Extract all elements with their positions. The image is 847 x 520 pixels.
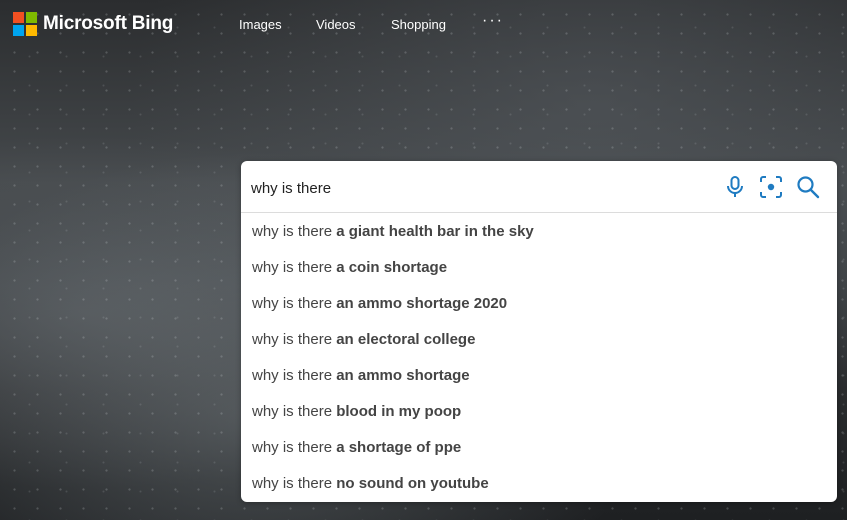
suggestion-prefix: why is there: [252, 475, 337, 492]
suggestion-prefix: why is there: [252, 259, 337, 276]
suggestion-completion: an ammo shortage 2020: [336, 295, 508, 312]
suggestions-list: why is there a giant health bar in the s…: [241, 214, 837, 502]
search-box: why is there a giant health bar in the s…: [241, 161, 837, 502]
suggestion-completion: no sound on youtube: [336, 475, 489, 492]
logo-square-green: [26, 12, 37, 23]
suggestion-prefix: why is there: [252, 223, 337, 240]
search-input[interactable]: [251, 177, 711, 199]
logo-square-yellow: [26, 25, 37, 36]
header: Microsoft Bing Images Videos Shopping ··…: [0, 0, 847, 52]
ellipsis-icon[interactable]: ···: [482, 12, 504, 30]
suggestion-completion: blood in my poop: [336, 403, 462, 420]
logo-square-blue: [13, 25, 24, 36]
suggestion-item[interactable]: why is there an ammo shortage: [241, 358, 837, 394]
suggestion-prefix: why is there: [252, 403, 337, 420]
suggestion-item[interactable]: why is there an ammo shortage 2020: [241, 286, 837, 322]
suggestion-completion: an ammo shortage: [336, 367, 470, 384]
microsoft-logo-icon: [13, 12, 37, 36]
suggestion-completion: a giant health bar in the sky: [336, 223, 534, 240]
suggestion-prefix: why is there: [252, 439, 337, 456]
nav-shopping[interactable]: Shopping: [391, 17, 446, 32]
search-icon[interactable]: [795, 174, 821, 200]
suggestion-item[interactable]: why is there a coin shortage: [241, 250, 837, 286]
suggestion-item[interactable]: why is there an electoral college: [241, 322, 837, 358]
search-row: [241, 161, 837, 213]
suggestion-completion: a coin shortage: [336, 259, 448, 276]
suggestion-item[interactable]: why is there a shortage of ppe: [241, 430, 837, 466]
brand-name: Microsoft Bing: [43, 13, 174, 34]
nav-images[interactable]: Images: [239, 17, 282, 32]
bing-logo[interactable]: Microsoft Bing: [13, 12, 173, 36]
suggestion-completion: an electoral college: [336, 331, 476, 348]
suggestion-item[interactable]: why is there no sound on youtube: [241, 466, 837, 502]
suggestion-completion: a shortage of ppe: [336, 439, 462, 456]
suggestion-item[interactable]: why is there blood in my poop: [241, 394, 837, 430]
microphone-icon[interactable]: [722, 174, 748, 200]
visual-search-icon[interactable]: [758, 174, 784, 200]
suggestion-prefix: why is there: [252, 367, 337, 384]
suggestion-prefix: why is there: [252, 331, 337, 348]
suggestion-prefix: why is there: [252, 295, 337, 312]
logo-square-red: [13, 12, 24, 23]
nav-videos[interactable]: Videos: [316, 17, 356, 32]
suggestion-item[interactable]: why is there a giant health bar in the s…: [241, 214, 837, 250]
